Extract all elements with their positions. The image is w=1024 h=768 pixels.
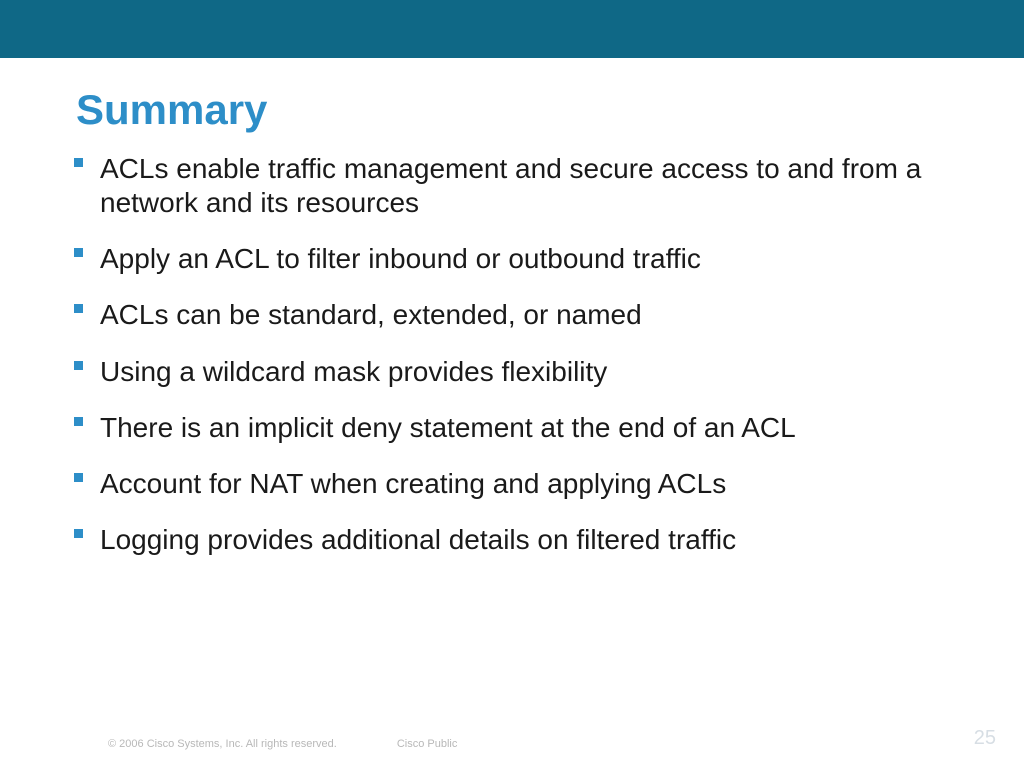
bullet-item: There is an implicit deny statement at t… <box>72 411 952 445</box>
bullet-item: Using a wildcard mask provides flexibili… <box>72 355 952 389</box>
content-area: Summary ACLs enable traffic management a… <box>0 58 1024 557</box>
bullet-item: Logging provides additional details on f… <box>72 523 952 557</box>
page-number: 25 <box>974 727 996 750</box>
slide: Summary ACLs enable traffic management a… <box>0 0 1024 768</box>
top-band <box>0 0 1024 58</box>
footer-label: Cisco Public <box>397 738 458 750</box>
slide-title: Summary <box>76 86 952 134</box>
bullet-item: ACLs can be standard, extended, or named <box>72 298 952 332</box>
bullet-list: ACLs enable traffic management and secur… <box>72 152 952 557</box>
copyright-text: © 2006 Cisco Systems, Inc. All rights re… <box>108 738 337 750</box>
bullet-item: Apply an ACL to filter inbound or outbou… <box>72 242 952 276</box>
footer: © 2006 Cisco Systems, Inc. All rights re… <box>0 738 1024 750</box>
bullet-item: ACLs enable traffic management and secur… <box>72 152 952 220</box>
bullet-item: Account for NAT when creating and applyi… <box>72 467 952 501</box>
